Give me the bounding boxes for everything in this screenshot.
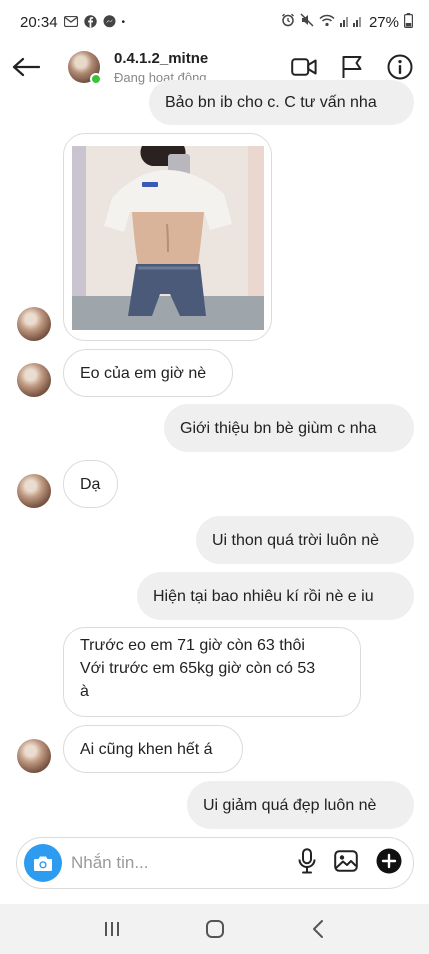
battery-icon: [404, 12, 414, 32]
recents-icon: [104, 922, 119, 936]
message-text: Eo của em giờ nè: [80, 364, 207, 382]
back-button[interactable]: [12, 52, 46, 82]
video-call-button[interactable]: [291, 54, 317, 80]
message-line: à: [80, 683, 89, 700]
report-button[interactable]: [339, 54, 365, 80]
message-text-block: Trước eo em 71 giờ còn 63 thôi Với trước…: [80, 634, 315, 703]
wifi-icon: [319, 14, 335, 31]
gallery-button[interactable]: [334, 849, 358, 877]
message-line: Với trước em 65kg giờ còn có 53: [80, 660, 316, 677]
system-nav-bar: [0, 904, 429, 954]
header-actions: [291, 54, 417, 80]
message-bubble-incoming[interactable]: Ai cũng khen hết á: [63, 725, 243, 773]
camera-icon: [34, 856, 52, 871]
message-text: Hiện tại bao nhiêu kí rồi nè e iu: [153, 587, 374, 605]
microphone-icon: [298, 847, 316, 873]
more-button[interactable]: [376, 848, 402, 879]
mute-icon: [300, 13, 314, 31]
flag-icon: [342, 56, 362, 78]
status-bar: 20:34 • 27%: [0, 0, 429, 44]
camera-button[interactable]: [24, 844, 62, 882]
alarm-icon: [281, 13, 295, 31]
message-photo[interactable]: [63, 133, 272, 341]
status-time: 20:34: [20, 13, 58, 31]
info-button[interactable]: [387, 54, 413, 80]
voice-button[interactable]: [298, 847, 316, 879]
message-text: Ui giảm quá đẹp luôn nè: [203, 796, 377, 814]
back-arrow-icon: [12, 57, 40, 77]
message-bubble-incoming[interactable]: Dạ: [63, 460, 118, 508]
video-camera-icon: [291, 58, 317, 76]
message-bubble-outgoing[interactable]: Hiện tại bao nhiêu kí rồi nè e iu: [137, 572, 414, 620]
message-bubble-outgoing[interactable]: Bảo bn ib cho c. C tư vấn nha: [149, 80, 414, 125]
message-bubble-incoming-multiline[interactable]: Trước eo em 71 giờ còn 63 thôi Với trước…: [63, 627, 361, 717]
message-text: Ui thon quá trời luôn nè: [212, 531, 380, 549]
message-line: Trước eo em 71 giờ còn 63 thôi: [80, 637, 305, 654]
message-bubble-outgoing[interactable]: Giới thiệu bn bè giùm c nha: [164, 404, 414, 452]
sender-avatar[interactable]: [17, 474, 51, 508]
sender-avatar[interactable]: [17, 363, 51, 397]
signal-icon: [339, 14, 364, 31]
recents-button[interactable]: [92, 909, 132, 949]
messenger-icon: [103, 14, 116, 30]
facebook-icon: [83, 14, 97, 30]
message-bubble-outgoing[interactable]: Ui giảm quá đẹp luôn nè: [187, 781, 414, 829]
status-left: 20:34 •: [20, 14, 125, 31]
sender-avatar[interactable]: [17, 307, 51, 341]
message-text: Giới thiệu bn bè giùm c nha: [180, 419, 377, 437]
online-indicator: [90, 73, 102, 85]
message-input[interactable]: [71, 853, 271, 873]
composer-actions: [298, 847, 406, 879]
system-back-button[interactable]: [298, 909, 338, 949]
message-text: Ai cũng khen hết á: [80, 740, 213, 758]
chevron-left-icon: [312, 920, 323, 938]
contact-avatar[interactable]: [68, 51, 102, 85]
shared-photo: [72, 146, 264, 330]
info-icon: [387, 54, 413, 80]
status-right: 27%: [281, 12, 414, 32]
contact-username: 0.4.1.2_mitne: [114, 49, 209, 67]
plus-circle-icon: [376, 848, 402, 873]
photo-image: [72, 146, 264, 330]
battery-percent: 27%: [368, 13, 399, 31]
home-button[interactable]: [195, 909, 235, 949]
message-bubble-incoming[interactable]: Eo của em giờ nè: [63, 349, 233, 397]
home-icon: [205, 920, 224, 938]
message-composer: [16, 837, 414, 889]
gmail-icon: [63, 15, 78, 29]
sender-avatar[interactable]: [17, 739, 51, 773]
message-bubble-outgoing[interactable]: Ui thon quá trời luôn nè: [196, 516, 414, 564]
image-icon: [334, 849, 358, 872]
message-text: Bảo bn ib cho c. C tư vấn nha: [165, 94, 377, 111]
message-text: Dạ: [80, 475, 101, 493]
status-dot: •: [121, 16, 126, 28]
